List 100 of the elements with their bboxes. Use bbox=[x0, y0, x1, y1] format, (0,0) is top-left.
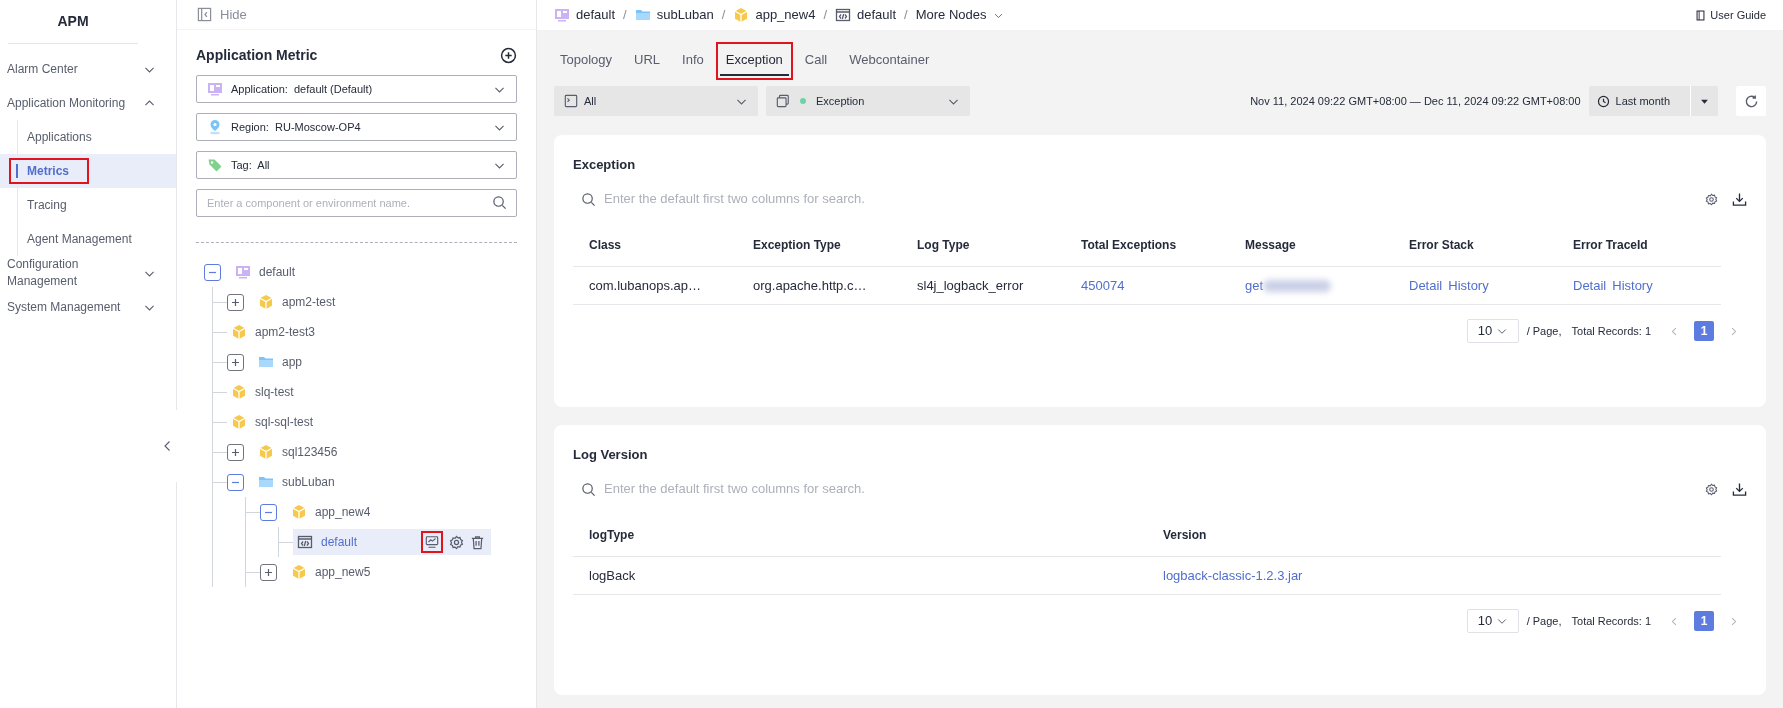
table-link[interactable]: Detail bbox=[1409, 275, 1443, 296]
expand-toggle[interactable] bbox=[227, 353, 244, 371]
code-window-icon bbox=[297, 534, 313, 550]
table-cell-text: org.apache.http.c… bbox=[753, 276, 867, 295]
tab[interactable]: Webcontainer bbox=[843, 45, 936, 76]
tree-item[interactable]: apm2-test3 bbox=[227, 319, 322, 345]
settings-icon bbox=[449, 534, 464, 550]
nav-group[interactable]: Alarm Center bbox=[0, 52, 176, 86]
page-size-label: / Page, bbox=[1526, 613, 1562, 629]
settings-icon bbox=[1705, 192, 1718, 206]
column-header: Exception Type bbox=[752, 236, 842, 254]
column-header: Log Type bbox=[916, 236, 971, 254]
select-field[interactable]: Application: default (Default) bbox=[196, 75, 517, 103]
collapse-toggle[interactable] bbox=[260, 503, 277, 521]
table-search-field[interactable]: Enter the default first two columns for search. bbox=[604, 189, 1689, 209]
tree-item[interactable]: default bbox=[231, 259, 302, 285]
tree-item[interactable]: sql-sql-test bbox=[227, 409, 319, 435]
tree-item[interactable]: subLuban bbox=[254, 469, 341, 495]
table-link[interactable]: History bbox=[1612, 275, 1653, 296]
collapse-toggle[interactable] bbox=[204, 263, 221, 281]
book-icon bbox=[1695, 9, 1707, 21]
table-search-field[interactable]: Enter the default first two columns for search. bbox=[604, 479, 1689, 499]
breadcrumb-link[interactable]: default bbox=[835, 5, 897, 25]
breadcrumb-link[interactable]: default bbox=[554, 5, 616, 25]
folder-icon bbox=[634, 7, 651, 23]
table-cell-text: sl4j_logback_error bbox=[917, 276, 1024, 295]
nav-item[interactable]: Tracing bbox=[0, 188, 176, 222]
tree-item[interactable]: apm2-test bbox=[254, 289, 342, 315]
page-size-select[interactable]: 10 bbox=[1466, 319, 1519, 343]
nav-item[interactable]: Applications bbox=[0, 120, 176, 154]
folder-icon bbox=[258, 354, 274, 370]
plus-icon bbox=[231, 447, 240, 457]
tree-item[interactable]: app_new4 bbox=[287, 499, 377, 525]
user-guide-link[interactable]: User Guide bbox=[1695, 6, 1766, 24]
page-size-select[interactable]: 10 bbox=[1466, 609, 1519, 633]
select-field[interactable]: Tag: All bbox=[196, 151, 517, 179]
breadcrumb-link[interactable]: app_new4 bbox=[733, 5, 816, 25]
settings-button[interactable] bbox=[449, 534, 464, 550]
select-field[interactable]: Region: RU-Moscow-OP4 bbox=[196, 113, 517, 141]
page-size-label: / Page, bbox=[1526, 323, 1562, 339]
tab[interactable]: Info bbox=[676, 45, 710, 76]
plus-icon bbox=[231, 357, 240, 367]
page-button[interactable]: 1 bbox=[1694, 321, 1714, 341]
table-link[interactable]: get bbox=[1245, 275, 1264, 296]
cube-icon bbox=[258, 294, 274, 310]
refresh-button[interactable] bbox=[1736, 86, 1766, 116]
panel-collapse-icon bbox=[197, 7, 212, 22]
expand-toggle[interactable] bbox=[227, 443, 244, 461]
table-link[interactable]: 450074 bbox=[1081, 275, 1125, 296]
application-icon bbox=[235, 264, 251, 280]
settings-button[interactable] bbox=[1705, 192, 1718, 206]
delete-button[interactable] bbox=[470, 534, 485, 550]
search-icon bbox=[581, 191, 596, 207]
tab[interactable]: URL bbox=[628, 45, 667, 76]
table-link[interactable]: History bbox=[1448, 275, 1489, 296]
nav-group[interactable]: Configuration Management bbox=[0, 256, 176, 290]
settings-button[interactable] bbox=[1705, 482, 1718, 496]
time-range-text: Nov 11, 2024 09:22 GMT+08:00 — Dec 11, 2024 09:22 GMT+08:00 bbox=[1250, 93, 1581, 109]
total-records-text: Total Records: 1 bbox=[1571, 613, 1651, 629]
metrics-button[interactable] bbox=[421, 531, 443, 553]
cube-icon bbox=[291, 504, 307, 520]
application-icon bbox=[207, 81, 223, 97]
more-nodes-menu[interactable]: More Nodes bbox=[915, 5, 1004, 25]
table-link[interactable]: logback-classic-1.2.3.jar bbox=[1163, 565, 1303, 586]
folder-icon bbox=[258, 474, 274, 490]
clock-icon bbox=[1596, 94, 1610, 108]
total-records-text: Total Records: 1 bbox=[1571, 323, 1651, 339]
expand-toggle[interactable] bbox=[260, 563, 277, 581]
download-button[interactable] bbox=[1732, 191, 1747, 207]
cube-icon bbox=[231, 414, 247, 430]
tree-item[interactable]: sql123456 bbox=[254, 439, 344, 465]
breadcrumb-separator: / bbox=[823, 6, 828, 25]
tab[interactable]: Topology bbox=[554, 45, 619, 76]
tree-item[interactable]: default bbox=[293, 529, 491, 555]
terminal-window-icon bbox=[564, 94, 578, 108]
nav-group[interactable]: Application Monitoring bbox=[0, 86, 176, 120]
table-link[interactable]: Detail bbox=[1573, 275, 1607, 296]
tab[interactable]: Call bbox=[798, 45, 834, 76]
nav-group[interactable]: System Management bbox=[0, 290, 176, 324]
column-header: Error Stack bbox=[1408, 236, 1475, 254]
collapse-toggle[interactable] bbox=[227, 473, 244, 491]
tree-item[interactable]: app bbox=[254, 349, 309, 375]
breadcrumb-link[interactable]: subLuban bbox=[634, 5, 714, 25]
cube-icon bbox=[291, 564, 307, 580]
download-button[interactable] bbox=[1732, 481, 1747, 497]
add-button[interactable] bbox=[500, 46, 517, 64]
filter-select[interactable]: All bbox=[554, 86, 758, 116]
table-cell-text: com.lubanops.ap… bbox=[589, 276, 701, 295]
tree-item[interactable]: app_new5 bbox=[287, 559, 377, 585]
column-header: Total Exceptions bbox=[1080, 236, 1178, 254]
application-icon bbox=[554, 7, 570, 23]
nav-item[interactable]: Metrics bbox=[0, 154, 176, 188]
tree-item[interactable]: slq-test bbox=[227, 379, 300, 405]
time-preset-select[interactable]: Last month bbox=[1588, 86, 1718, 116]
page-button[interactable]: 1 bbox=[1694, 611, 1714, 631]
search-field[interactable]: Enter a component or environment name. bbox=[196, 189, 517, 217]
nav-item[interactable]: Agent Management bbox=[0, 222, 176, 256]
expand-toggle[interactable] bbox=[227, 293, 244, 311]
download-icon bbox=[1732, 191, 1747, 207]
filter-select[interactable]: Exception bbox=[766, 86, 970, 116]
